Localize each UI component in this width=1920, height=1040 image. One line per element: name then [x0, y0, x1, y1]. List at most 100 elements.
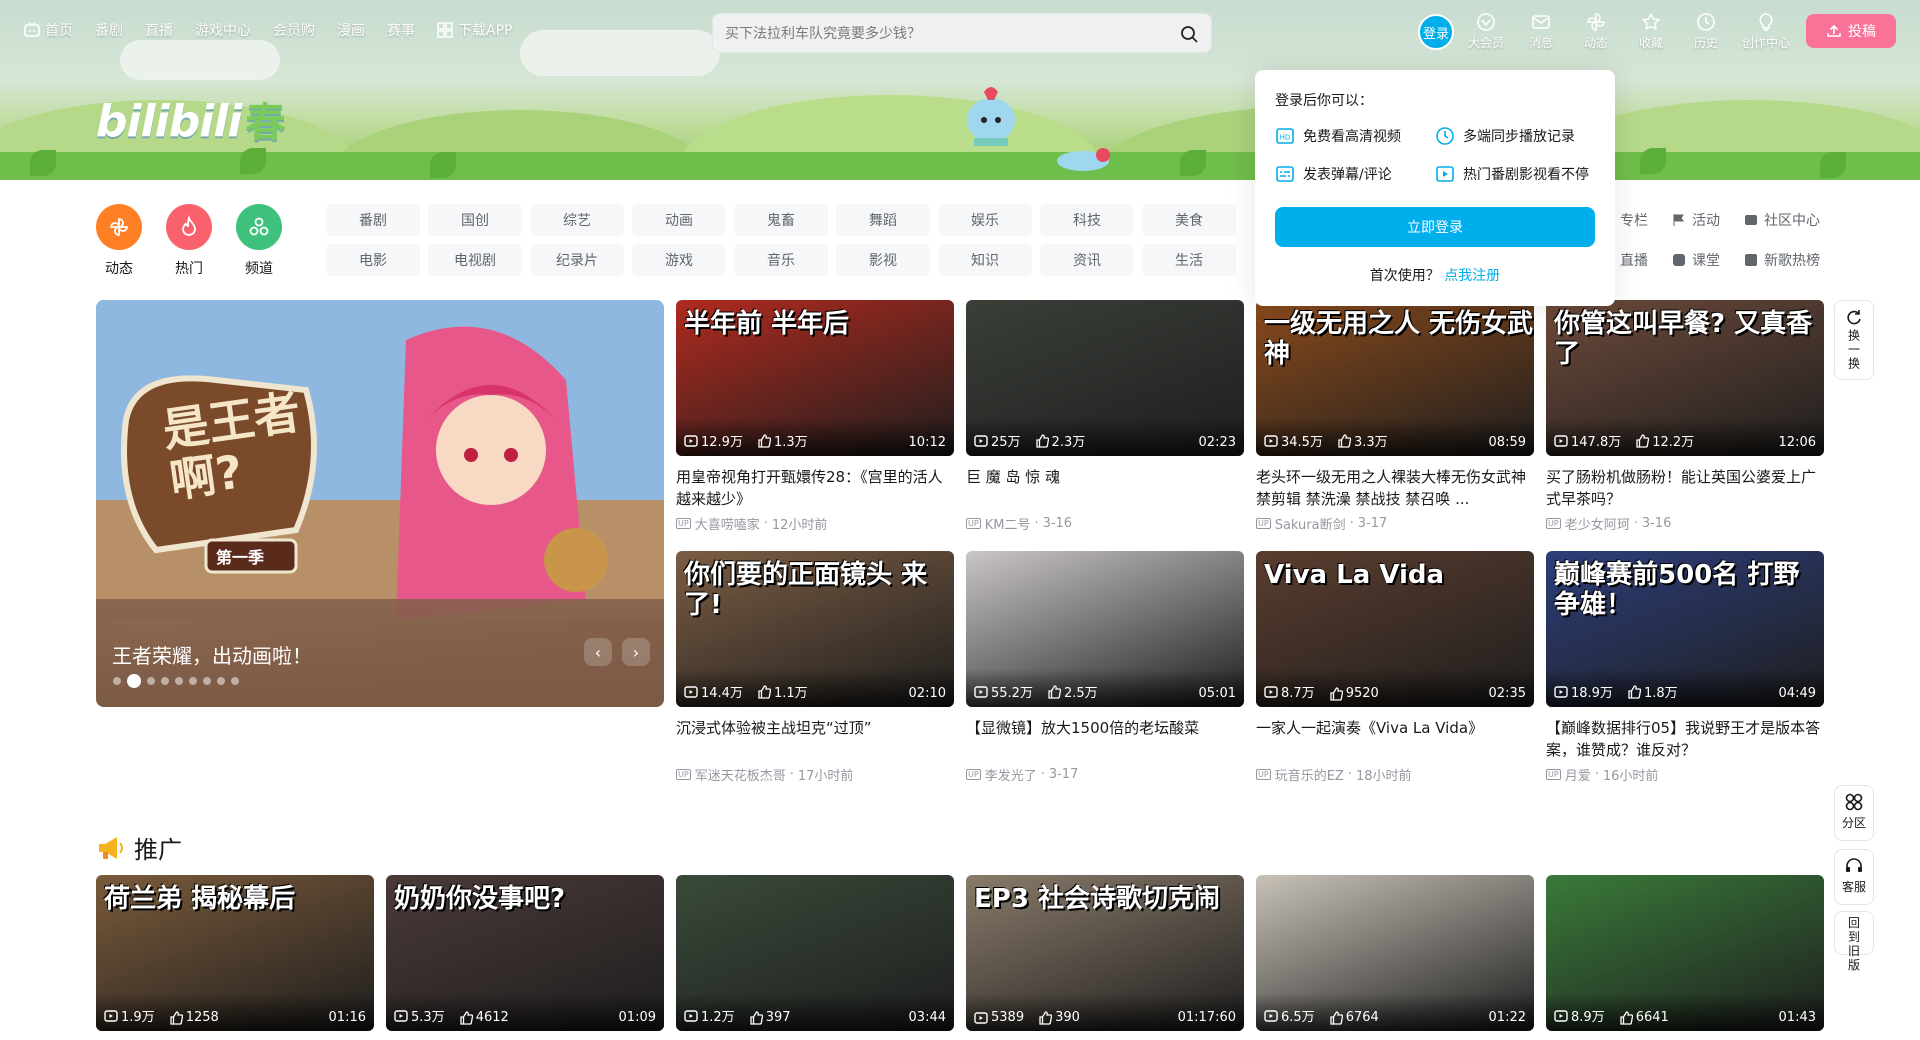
video-card[interactable]: 55.2万 2.5万 05:01 【显微镜】放大1500倍的老坛酸菜 UP 李发光了 · 3-… — [966, 551, 1244, 784]
video-title[interactable]: 【巅峰数据排行05】我说野王才是版本答案，谁赞成？谁反对？ — [1546, 717, 1824, 761]
video-card[interactable]: 6.5万 6764 01:22 — [1256, 875, 1534, 1031]
video-card[interactable]: 半年前 半年后 12.9万 1.3万 10:12 用皇帝视角打开甄嬛传28：《宫里的活人… — [676, 300, 954, 533]
channel-tag[interactable]: 动画 — [632, 204, 726, 236]
banner-carousel[interactable]: 是王者啊? 第一季 王者荣耀，出动画啦！ ‹ › — [96, 300, 664, 707]
shortcut-dynamic[interactable]: 动态 — [96, 204, 142, 278]
video-thumbnail[interactable]: 8.9万 6641 01:43 — [1546, 875, 1824, 1031]
search-icon[interactable] — [1179, 24, 1199, 44]
refresh-button[interactable]: 换一换 — [1834, 300, 1874, 380]
video-thumbnail[interactable]: 你们要的正面镜头 来了! 14.4万 1.1万 02:10 — [676, 551, 954, 707]
carousel-title[interactable]: 王者荣耀，出动画啦！ — [112, 640, 312, 669]
uploader-name[interactable]: 老少女阿珂 — [1565, 514, 1630, 533]
channel-tag[interactable]: 影视 — [836, 244, 930, 276]
video-thumbnail[interactable]: 55.2万 2.5万 05:01 — [966, 551, 1244, 707]
carousel-dot[interactable] — [161, 677, 169, 685]
uploader-name[interactable]: 月爱 — [1565, 765, 1591, 784]
channel-tag[interactable]: 生活 — [1142, 244, 1236, 276]
channel-tag[interactable]: 资讯 — [1040, 244, 1134, 276]
video-title[interactable]: 用皇帝视角打开甄嬛传28：《宫里的活人越来越少》 — [676, 466, 954, 510]
channel-tag[interactable]: 知识 — [938, 244, 1032, 276]
bilibili-logo[interactable]: bilibili 春 — [96, 90, 285, 148]
creator-center-button[interactable]: 创作中心 — [1742, 12, 1790, 51]
uploader-name[interactable]: 军迷天花板杰哥 — [695, 765, 786, 784]
video-title[interactable]: 买了肠粉机做肠粉！能让英国公婆爱上广式早茶吗？ — [1546, 466, 1824, 510]
service-button[interactable]: 客服 — [1834, 849, 1874, 905]
video-card[interactable]: 8.9万 6641 01:43 — [1546, 875, 1824, 1031]
favorites-button[interactable]: 收藏 — [1632, 12, 1670, 51]
video-thumbnail[interactable]: 荷兰弟 揭秘幕后 1.9万 1258 01:16 — [96, 875, 374, 1031]
channel-tag[interactable]: 娱乐 — [938, 204, 1032, 236]
uploader-name[interactable]: Sakura断剑 — [1275, 514, 1346, 533]
channel-tag[interactable]: 电视剧 — [428, 244, 522, 276]
carousel-prev-button[interactable]: ‹ — [584, 638, 612, 666]
video-thumbnail[interactable]: 奶奶你没事吧? 5.3万 4612 01:09 — [386, 875, 664, 1031]
channel-tag[interactable]: 电影 — [326, 244, 420, 276]
channel-tag[interactable]: 舞蹈 — [836, 204, 930, 236]
uploader-name[interactable]: 玩音乐的EZ — [1275, 765, 1344, 784]
carousel-dot[interactable] — [175, 677, 183, 685]
channel-extra-community[interactable]: 社区中心 — [1744, 204, 1820, 236]
uploader-name[interactable]: 大喜唠嗑家 — [695, 514, 760, 533]
video-title[interactable]: 沉浸式体验被主战坦克“过顶” — [676, 717, 954, 761]
vip-button[interactable]: 大会员 — [1467, 12, 1505, 51]
shortcut-channel[interactable]: 频道 — [236, 204, 282, 278]
uploader-name[interactable]: KM二号 — [985, 514, 1031, 533]
channel-tag[interactable]: 游戏 — [632, 244, 726, 276]
channel-extra-music[interactable]: 新歌热榜 — [1744, 244, 1820, 276]
upload-button[interactable]: 投稿 — [1806, 14, 1896, 48]
channel-tag[interactable]: 纪录片 — [530, 244, 624, 276]
carousel-dot[interactable] — [231, 677, 239, 685]
channel-extra-activity[interactable]: 活动 — [1672, 204, 1720, 236]
carousel-dot[interactable] — [127, 674, 141, 688]
carousel-dot[interactable] — [203, 677, 211, 685]
video-thumbnail[interactable]: 半年前 半年后 12.9万 1.3万 10:12 — [676, 300, 954, 456]
message-button[interactable]: 消息 — [1522, 12, 1560, 51]
nav-item-esports[interactable]: 赛事 — [387, 20, 415, 40]
video-card[interactable]: EP3 社会诗歌切克闹 5389 390 01:17:60 — [966, 875, 1244, 1031]
partition-button[interactable]: 分区 — [1834, 785, 1874, 841]
register-link[interactable]: 点我注册 — [1444, 268, 1500, 284]
video-thumbnail[interactable]: EP3 社会诗歌切克闹 5389 390 01:17:60 — [966, 875, 1244, 1031]
uploader-name[interactable]: 李发光了 — [985, 765, 1037, 784]
video-thumbnail[interactable]: 你管这叫早餐? 又真香了 147.8万 12.2万 12:06 — [1546, 300, 1824, 456]
carousel-dot[interactable] — [189, 677, 197, 685]
channel-tag[interactable]: 美食 — [1142, 204, 1236, 236]
carousel-dot[interactable] — [147, 677, 155, 685]
dynamic-button[interactable]: 动态 — [1577, 12, 1615, 51]
carousel-next-button[interactable]: › — [622, 638, 650, 666]
video-card[interactable]: 25万 2.3万 02:23 巨 魔 岛 惊 魂 UP KM二号 · 3-16 — [966, 300, 1244, 533]
login-avatar-button[interactable]: 登录 — [1418, 14, 1454, 50]
channel-tag[interactable]: 番剧 — [326, 204, 420, 236]
nav-item-bangumi[interactable]: 番剧 — [95, 20, 123, 40]
channel-tag[interactable]: 科技 — [1040, 204, 1134, 236]
video-thumbnail[interactable]: Viva La Vida 8.7万 9520 02:35 — [1256, 551, 1534, 707]
video-thumbnail[interactable]: 25万 2.3万 02:23 — [966, 300, 1244, 456]
back-old-version-button[interactable]: 回到旧版 — [1834, 911, 1874, 972]
video-title[interactable]: 【显微镜】放大1500倍的老坛酸菜 — [966, 717, 1244, 761]
search-input[interactable] — [725, 22, 1155, 46]
nav-download-app[interactable]: 下载APP — [437, 20, 512, 40]
history-button[interactable]: 历史 — [1687, 12, 1725, 51]
video-card[interactable]: Viva La Vida 8.7万 9520 02:35 一家人一起演奏《Viva La… — [1256, 551, 1534, 784]
carousel-dot[interactable] — [217, 677, 225, 685]
channel-tag[interactable]: 音乐 — [734, 244, 828, 276]
video-thumbnail[interactable]: 1.2万 397 03:44 — [676, 875, 954, 1031]
shortcut-hot[interactable]: 热门 — [166, 204, 212, 278]
nav-home[interactable]: 首页 — [24, 20, 73, 40]
channel-tag[interactable]: 鬼畜 — [734, 204, 828, 236]
video-title[interactable]: 巨 魔 岛 惊 魂 — [966, 466, 1244, 510]
video-title[interactable]: 老头环一级无用之人裸装大棒无伤女武神 禁剪辑 禁洗澡 禁战技 禁召唤 ... — [1256, 466, 1534, 510]
video-card[interactable]: 奶奶你没事吧? 5.3万 4612 01:09 — [386, 875, 664, 1031]
video-card[interactable]: 你们要的正面镜头 来了! 14.4万 1.1万 02:10 沉浸式体验被主战坦克“过顶”… — [676, 551, 954, 784]
nav-item-game-center[interactable]: 游戏中心 — [195, 20, 251, 40]
nav-item-live[interactable]: 直播 — [145, 20, 173, 40]
login-now-button[interactable]: 立即登录 — [1275, 207, 1595, 247]
carousel-dot[interactable] — [113, 677, 121, 685]
video-title[interactable]: 一家人一起演奏《Viva La Vida》 — [1256, 717, 1534, 761]
channel-tag[interactable]: 国创 — [428, 204, 522, 236]
channel-extra-class[interactable]: 课堂 — [1672, 244, 1720, 276]
video-card[interactable]: 一级无用之人 无伤女武神 34.5万 3.3万 08:59 老头环一级无用之人裸装大棒无… — [1256, 300, 1534, 533]
video-thumbnail[interactable]: 6.5万 6764 01:22 — [1256, 875, 1534, 1031]
video-thumbnail[interactable]: 巅峰赛前500名 打野争雄！ 18.9万 1.8万 04:49 — [1546, 551, 1824, 707]
nav-item-manga[interactable]: 漫画 — [337, 20, 365, 40]
